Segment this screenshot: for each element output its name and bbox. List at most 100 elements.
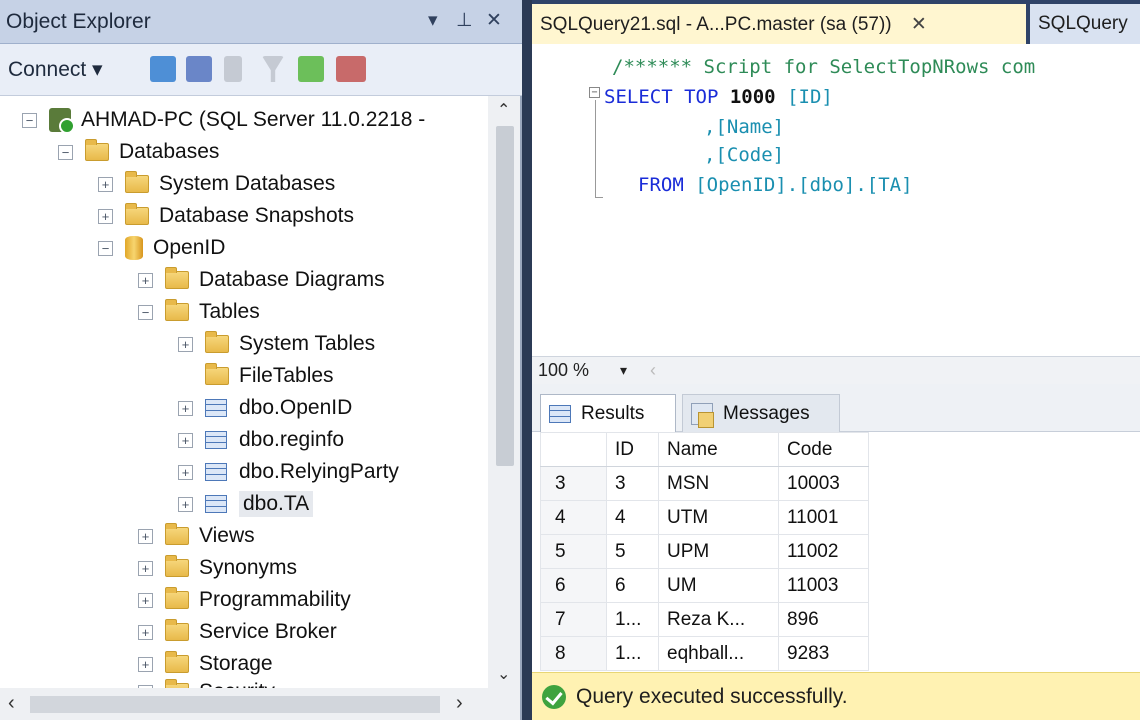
scrollbar-thumb[interactable] — [30, 696, 440, 713]
tree-node-table-reginfo[interactable]: + dbo.reginfo — [178, 424, 344, 456]
expand-icon[interactable]: + — [178, 464, 193, 480]
refresh-icon[interactable] — [298, 56, 324, 82]
expand-icon[interactable]: + — [138, 272, 153, 288]
column-header[interactable]: Name — [658, 432, 779, 467]
expand-icon[interactable]: + — [98, 208, 113, 224]
cell-id[interactable]: 1... — [606, 636, 659, 671]
table-row[interactable]: 3 3 MSN 10003 — [540, 466, 869, 501]
cell-name[interactable]: UTM — [658, 500, 779, 535]
tree-vertical-scrollbar[interactable]: ⌃ ⌄ — [488, 96, 520, 688]
tree-node-table-openid[interactable]: + dbo.OpenID — [178, 392, 352, 424]
cell-id[interactable]: 5 — [606, 534, 659, 569]
tree-node-databases[interactable]: − Databases — [58, 136, 219, 168]
expand-icon[interactable]: + — [178, 400, 193, 416]
row-number[interactable]: 8 — [540, 636, 607, 671]
expand-icon[interactable]: + — [178, 336, 193, 352]
pin-icon[interactable]: ⊥ — [456, 9, 473, 32]
cell-code[interactable]: 10003 — [778, 466, 869, 501]
tree-node-service-broker[interactable]: + Service Broker — [138, 616, 337, 648]
fold-collapse-icon[interactable]: − — [589, 87, 600, 98]
expand-icon[interactable]: + — [178, 496, 193, 512]
tab-sqlquery21[interactable]: SQLQuery21.sql - A...PC.master (sa (57))… — [532, 4, 1026, 44]
column-header[interactable]: Code — [778, 432, 869, 467]
tab-sqlquery-other[interactable]: SQLQuery — [1030, 4, 1140, 44]
tab-results[interactable]: Results — [540, 394, 676, 432]
close-tab-icon[interactable]: ✕ — [911, 14, 927, 35]
expand-icon[interactable]: + — [138, 528, 153, 544]
tree-node-server[interactable]: − AHMAD-PC (SQL Server 11.0.2218 - — [22, 104, 425, 136]
expand-icon[interactable]: + — [138, 624, 153, 640]
row-number[interactable]: 5 — [540, 534, 607, 569]
tree-horizontal-scrollbar[interactable]: ‹ › — [0, 688, 520, 720]
expand-icon[interactable]: + — [138, 592, 153, 608]
tree-node-database-diagrams[interactable]: + Database Diagrams — [138, 264, 385, 296]
cell-name[interactable]: UPM — [658, 534, 779, 569]
table-row[interactable]: 5 5 UPM 11002 — [540, 534, 869, 569]
tree-node-tables[interactable]: − Tables — [138, 296, 260, 328]
tree-label: dbo.OpenID — [239, 396, 353, 419]
table-row[interactable]: 7 1... Reza K... 896 — [540, 602, 869, 637]
connect-server-icon[interactable] — [150, 56, 176, 82]
row-number[interactable]: 3 — [540, 466, 607, 501]
cell-name[interactable]: MSN — [658, 466, 779, 501]
cell-id[interactable]: 4 — [606, 500, 659, 535]
cell-code[interactable]: 11001 — [778, 500, 869, 535]
expand-icon[interactable]: + — [138, 560, 153, 576]
table-row[interactable]: 8 1... eqhball... 9283 — [540, 636, 869, 671]
tree-node-synonyms[interactable]: + Synonyms — [138, 552, 297, 584]
cell-id[interactable]: 3 — [606, 466, 659, 501]
tree-node-file-tables[interactable]: FileTables — [178, 360, 334, 392]
cell-code[interactable]: 11002 — [778, 534, 869, 569]
scroll-left-icon[interactable]: ‹ — [8, 692, 15, 715]
sql-editor[interactable]: − /****** Script for SelectTopNRows com … — [532, 44, 1140, 356]
cell-code[interactable]: 9283 — [778, 636, 869, 671]
folder-icon — [165, 619, 189, 641]
scroll-up-icon[interactable]: ⌃ — [497, 100, 510, 120]
table-row[interactable]: 6 6 UM 11003 — [540, 568, 869, 603]
row-number[interactable]: 4 — [540, 500, 607, 535]
tree-node-openid[interactable]: − OpenID — [98, 232, 225, 264]
scrollbar-thumb[interactable] — [496, 126, 514, 466]
zoom-dropdown-icon[interactable]: ▾ — [620, 362, 627, 379]
tree-node-system-tables[interactable]: + System Tables — [178, 328, 375, 360]
row-number[interactable]: 7 — [540, 602, 607, 637]
stop-icon[interactable] — [224, 56, 242, 82]
cell-id[interactable]: 6 — [606, 568, 659, 603]
result-tabs: Results Messages — [532, 384, 1140, 432]
expand-icon[interactable]: + — [178, 432, 193, 448]
tab-messages[interactable]: Messages — [682, 394, 840, 432]
tree-node-programmability[interactable]: + Programmability — [138, 584, 351, 616]
scroll-down-icon[interactable]: ⌄ — [497, 664, 510, 684]
column-header[interactable]: ID — [606, 432, 659, 467]
tree-node-system-databases[interactable]: + System Databases — [98, 168, 335, 200]
close-icon[interactable]: ✕ — [486, 9, 502, 32]
expand-icon[interactable]: + — [138, 656, 153, 672]
cell-name[interactable]: UM — [658, 568, 779, 603]
cell-name[interactable]: Reza K... — [658, 602, 779, 637]
row-number[interactable]: 6 — [540, 568, 607, 603]
collapse-icon[interactable]: − — [22, 112, 37, 128]
zoom-level[interactable]: 100 % — [538, 360, 589, 381]
filter-icon[interactable] — [262, 56, 284, 82]
cell-id[interactable]: 1... — [606, 602, 659, 637]
connect-button[interactable]: Connect ▾ — [8, 57, 103, 82]
collapse-icon[interactable]: − — [98, 240, 113, 256]
tree-node-database-snapshots[interactable]: + Database Snapshots — [98, 200, 354, 232]
tree-node-table-ta[interactable]: + dbo.TA — [178, 488, 314, 520]
dropdown-icon[interactable]: ▾ — [428, 9, 438, 32]
cell-code[interactable]: 896 — [778, 602, 869, 637]
tree-node-security[interactable]: + Security — [138, 676, 275, 688]
collapse-icon[interactable]: − — [58, 144, 73, 160]
expand-icon[interactable]: + — [98, 176, 113, 192]
table-row[interactable]: 4 4 UTM 11001 — [540, 500, 869, 535]
collapse-icon[interactable]: − — [138, 304, 153, 320]
select-all-cell[interactable] — [540, 432, 607, 467]
cell-name[interactable]: eqhball... — [658, 636, 779, 671]
tree-node-table-relyingparty[interactable]: + dbo.RelyingParty — [178, 456, 399, 488]
cell-code[interactable]: 11003 — [778, 568, 869, 603]
scroll-left-icon[interactable]: ‹ — [650, 360, 656, 381]
scroll-right-icon[interactable]: › — [456, 692, 463, 715]
tree-node-views[interactable]: + Views — [138, 520, 255, 552]
activity-monitor-icon[interactable] — [336, 56, 366, 82]
disconnect-icon[interactable] — [186, 56, 212, 82]
